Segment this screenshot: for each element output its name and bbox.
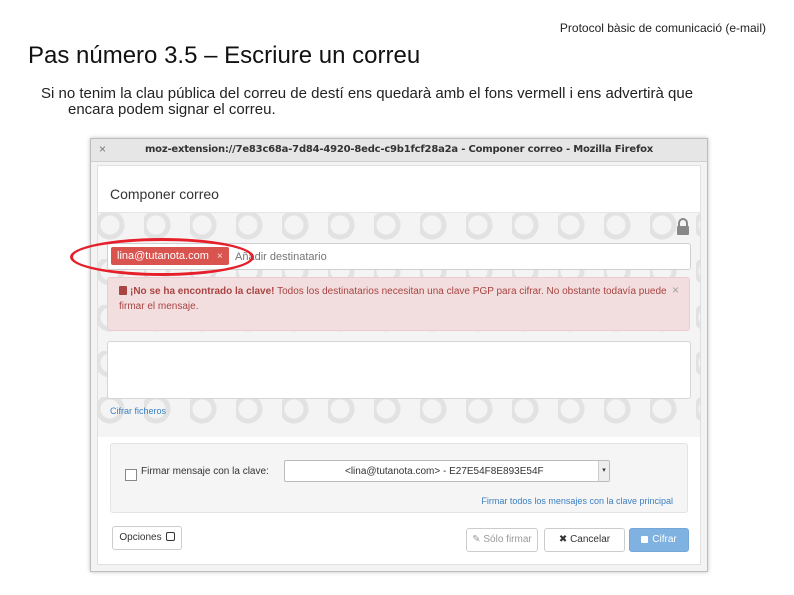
add-recipient-input[interactable] (233, 246, 677, 268)
chevron-down-icon: ▾ (598, 461, 609, 481)
cancel-button[interactable]: ✖ Cancelar (544, 528, 625, 552)
lock-icon (677, 218, 689, 235)
options-button[interactable]: Opciones (112, 526, 182, 550)
page-title: Pas número 3.5 – Escriure un correu (28, 42, 421, 69)
lock-icon (641, 536, 649, 543)
alert-title: ¡No se ha encontrado la clave! (130, 286, 275, 297)
firefox-window-screenshot: × moz-extension://7e83c68a-7d84-4920-8ed… (90, 138, 708, 572)
signing-key-value: <lina@tutanota.com> - E27E54F8E893E54F (345, 466, 544, 477)
header-note: Protocol bàsic de comunicació (e-mail) (559, 21, 766, 35)
lock-icon (119, 286, 127, 295)
sign-only-button[interactable]: ✎ Sólo firmar (466, 528, 538, 552)
signing-key-select[interactable]: <lina@tutanota.com> - E27E54F8E893E54F ▾ (284, 460, 610, 482)
sign-message-label: Firmar mensaje con la clave: (141, 466, 269, 477)
encrypt-files-link[interactable]: Cifrar ficheros (110, 406, 166, 416)
description: Si no tenim la clau pública del correu d… (41, 86, 761, 118)
window-title: moz-extension://7e83c68a-7d84-4920-8edc-… (144, 144, 654, 155)
message-editor[interactable] (107, 341, 691, 399)
key-not-found-alert: ¡No se ha encontrado la clave! Todos los… (107, 277, 690, 331)
options-button-label: Opciones (119, 532, 162, 543)
encrypt-button-label: Cifrar (652, 534, 677, 545)
compose-dialog: Componer correo lina@tutanota.com× ¡No s… (97, 165, 701, 565)
compose-heading: Componer correo (110, 186, 219, 202)
options-icon (165, 532, 175, 541)
window-titlebar: × moz-extension://7e83c68a-7d84-4920-8ed… (91, 139, 707, 162)
description-line-1: Si no tenim la clau pública del correu d… (41, 85, 694, 102)
sign-message-checkbox[interactable] (125, 469, 137, 481)
red-highlight-ellipse (70, 238, 254, 276)
alert-close-icon[interactable]: × (672, 283, 679, 298)
signing-options-panel: Firmar mensaje con la clave: <lina@tutan… (110, 443, 688, 513)
description-line-2: encara podem signar el correu. (68, 101, 276, 118)
encrypt-button[interactable]: Cifrar (629, 528, 689, 552)
sign-all-messages-link[interactable]: Firmar todos los mensajes con la clave p… (481, 496, 673, 506)
